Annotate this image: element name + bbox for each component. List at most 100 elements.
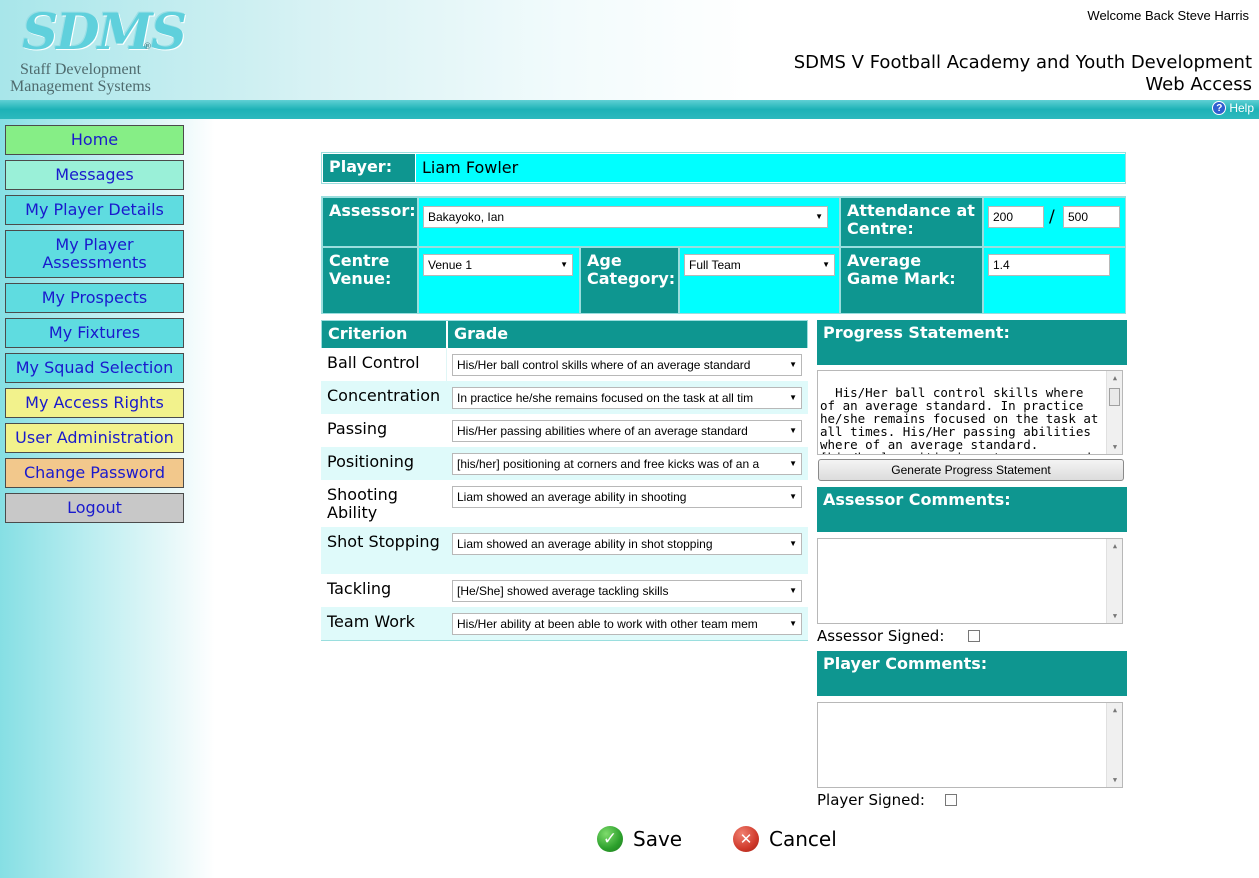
grade-select-value: His/Her ball control skills where of an … [457, 358, 751, 372]
chevron-down-icon: ▼ [789, 360, 797, 369]
attendance-separator: / [1049, 207, 1055, 227]
grade-select[interactable]: His/Her ball control skills where of an … [452, 354, 802, 376]
scroll-down-icon[interactable]: ▼ [1107, 440, 1122, 454]
player-signed-checkbox[interactable] [945, 794, 957, 806]
check-icon: ✓ [597, 826, 623, 852]
logo-tagline-1: Staff Development [20, 61, 142, 78]
grade-header: Grade [448, 321, 807, 348]
chevron-down-icon: ▼ [815, 212, 823, 221]
grade-select[interactable]: [his/her] positioning at corners and fre… [452, 453, 802, 475]
sidebar-item-home[interactable]: Home [5, 125, 184, 155]
criterion-name: Passing [327, 419, 388, 438]
attendance-input[interactable]: 200 [988, 206, 1044, 228]
generate-progress-statement-button[interactable]: Generate Progress Statement [818, 459, 1124, 481]
criterion-name: Shot Stopping [327, 532, 440, 551]
sidebar-item-my-player-assessments[interactable]: My Player Assessments [5, 230, 184, 278]
centre-venue-select[interactable]: Venue 1 ▼ [423, 254, 573, 276]
grade-select[interactable]: His/Her passing abilities where of an av… [452, 420, 802, 442]
sidebar-item-messages[interactable]: Messages [5, 160, 184, 190]
scrollbar[interactable]: ▲ ▼ [1106, 371, 1122, 454]
chevron-down-icon: ▼ [789, 393, 797, 402]
chevron-down-icon: ▼ [789, 619, 797, 628]
sidebar-item-my-player-details[interactable]: My Player Details [5, 195, 184, 225]
grade-select-value: In practice he/she remains focused on th… [457, 391, 754, 405]
grade-select-value: His/Her ability at been able to work wit… [457, 617, 758, 631]
assessor-label: Assessor: [323, 198, 417, 246]
criterion-header: Criterion [322, 321, 446, 348]
header-divider-bar [0, 100, 1259, 119]
player-signed-label: Player Signed: [817, 791, 925, 809]
scroll-up-icon[interactable]: ▲ [1107, 703, 1122, 717]
criterion-name: Team Work [327, 612, 415, 631]
app-header: SDMS ® Staff Development Management Syst… [0, 0, 1259, 100]
save-button[interactable]: ✓ Save [597, 824, 682, 854]
criterion-name: Ball Control [327, 353, 420, 372]
grade-select[interactable]: His/Her ability at been able to work wit… [452, 613, 802, 635]
assessor-comments-textarea[interactable]: ▲ ▼ [817, 538, 1123, 624]
sidebar-item-change-password[interactable]: Change Password [5, 458, 184, 488]
average-game-mark-label: Average Game Mark: [841, 248, 982, 313]
scroll-down-icon[interactable]: ▼ [1107, 609, 1122, 623]
grade-select-value: Liam showed an average ability in shooti… [457, 490, 687, 504]
assessor-select-value: Bakayoko, Ian [428, 210, 505, 224]
help-link[interactable]: ? Help [1212, 101, 1254, 115]
chevron-down-icon: ▼ [560, 260, 568, 269]
cancel-label: Cancel [769, 827, 837, 851]
average-game-mark-input[interactable]: 1.4 [988, 254, 1110, 276]
sidebar-item-my-squad-selection[interactable]: My Squad Selection [5, 353, 184, 383]
chevron-down-icon: ▼ [789, 459, 797, 468]
assessor-comments-label: Assessor Comments: [817, 487, 1127, 532]
player-comments-textarea[interactable]: ▲ ▼ [817, 702, 1123, 788]
player-name: Liam Fowler [416, 154, 1125, 182]
chevron-down-icon: ▼ [789, 586, 797, 595]
app-title-line-2: Web Access [1145, 74, 1252, 95]
sidebar-item-my-prospects[interactable]: My Prospects [5, 283, 184, 313]
grade-select-value: [his/her] positioning at corners and fre… [457, 457, 760, 471]
grade-select-value: [He/She] showed average tackling skills [457, 584, 669, 598]
scroll-up-icon[interactable]: ▲ [1107, 371, 1122, 385]
criterion-name: Positioning [327, 452, 415, 471]
progress-statement-textarea[interactable]: His/Her ball control skills where of an … [817, 370, 1123, 455]
logo-registered-mark: ® [143, 42, 152, 52]
attendance-total-input[interactable]: 500 [1063, 206, 1120, 228]
sidebar-item-my-fixtures[interactable]: My Fixtures [5, 318, 184, 348]
assessor-select[interactable]: Bakayoko, Ian ▼ [423, 206, 828, 228]
app-title: SDMS V Football Academy and Youth Develo… [794, 52, 1252, 96]
assessor-signed-checkbox[interactable] [968, 630, 980, 642]
player-label: Player: [323, 154, 415, 182]
chevron-down-icon: ▼ [822, 260, 830, 269]
centre-venue-label: Centre Venue: [323, 248, 417, 313]
grade-select[interactable]: [He/She] showed average tackling skills … [452, 580, 802, 602]
grade-select[interactable]: In practice he/she remains focused on th… [452, 387, 802, 409]
scroll-down-icon[interactable]: ▼ [1107, 773, 1122, 787]
scrollbar[interactable]: ▲ ▼ [1106, 539, 1122, 623]
sdms-logo: SDMS [22, 2, 187, 61]
scroll-up-icon[interactable]: ▲ [1107, 539, 1122, 553]
progress-statement-text: His/Her ball control skills where of an … [820, 385, 1099, 454]
grade-select[interactable]: Liam showed an average ability in shooti… [452, 486, 802, 508]
age-category-label: Age Category: [581, 248, 678, 313]
save-label: Save [633, 827, 683, 851]
attendance-label: Attendance at Centre: [841, 198, 982, 246]
scroll-thumb[interactable] [1109, 388, 1120, 406]
cross-icon: ✕ [733, 826, 759, 852]
scrollbar[interactable]: ▲ ▼ [1106, 703, 1122, 787]
app-title-line-1: SDMS V Football Academy and Youth Develo… [793, 52, 1252, 73]
criterion-name: Concentration [327, 386, 441, 405]
grade-select-value: His/Her passing abilities where of an av… [457, 424, 748, 438]
sidebar-item-user-administration[interactable]: User Administration [5, 423, 184, 453]
age-category-select[interactable]: Full Team ▼ [684, 254, 835, 276]
age-category-select-value: Full Team [689, 258, 741, 272]
chevron-down-icon: ▼ [789, 539, 797, 548]
grade-select[interactable]: Liam showed an average ability in shot s… [452, 533, 802, 555]
welcome-message: Welcome Back Steve Harris [1087, 8, 1249, 23]
cancel-button[interactable]: ✕ Cancel [733, 824, 837, 854]
player-bar: Player: Liam Fowler [321, 152, 1126, 184]
sidebar-item-my-access-rights[interactable]: My Access Rights [5, 388, 184, 418]
help-icon: ? [1212, 101, 1227, 115]
centre-venue-select-value: Venue 1 [428, 258, 473, 272]
assessor-signed-label: Assessor Signed: [817, 627, 945, 645]
chevron-down-icon: ▼ [789, 426, 797, 435]
sidebar-item-logout[interactable]: Logout [5, 493, 184, 523]
player-comments-label: Player Comments: [817, 651, 1127, 696]
